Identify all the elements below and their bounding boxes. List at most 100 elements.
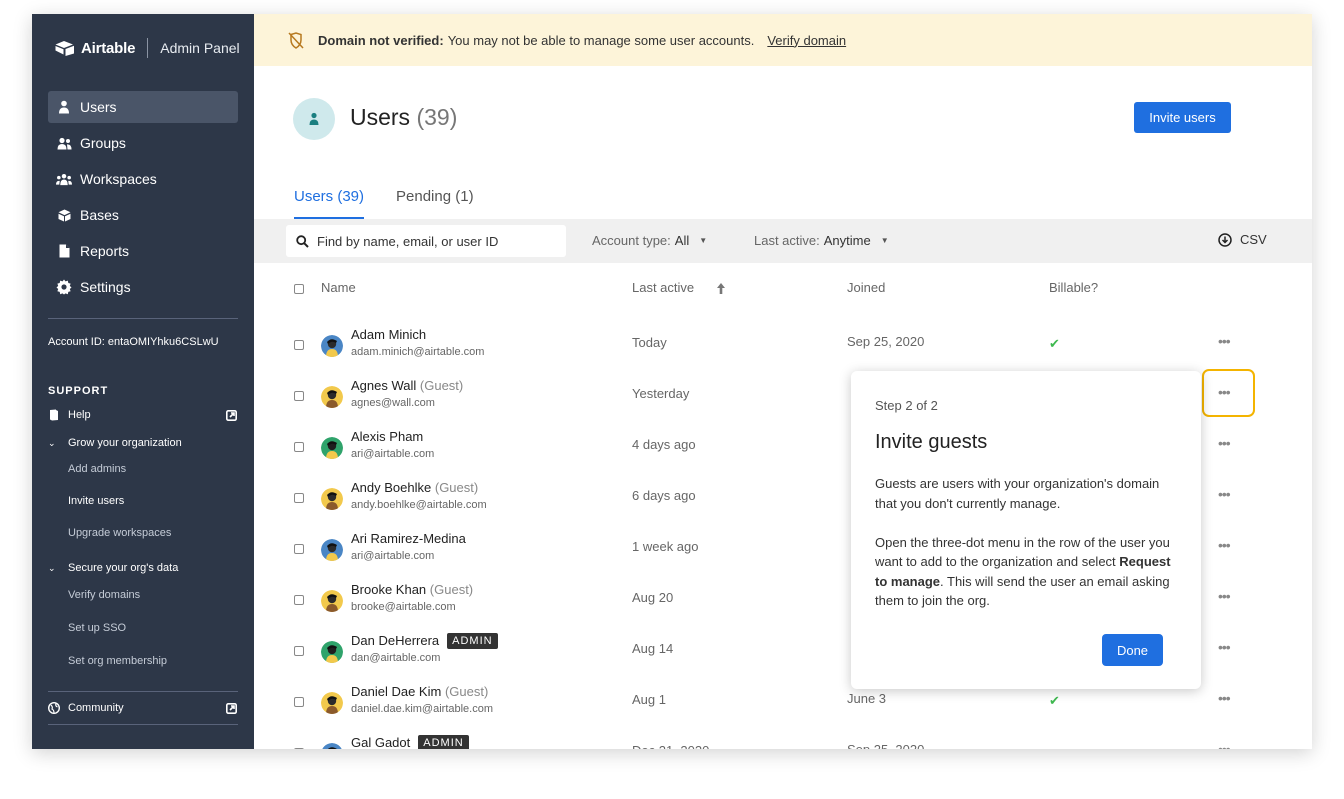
more-options-icon[interactable]: ••• — [1218, 435, 1231, 451]
user-email: daniel.dae.kim@airtable.com — [351, 703, 494, 715]
sidebar-divider — [48, 724, 238, 725]
joined-cell: Sep 25, 2020 — [847, 334, 925, 349]
sidebar-item-label: Users — [80, 99, 117, 115]
csv-download-button[interactable]: CSV — [1218, 232, 1267, 247]
table-row[interactable]: Adam Minich adam.minich@airtable.com Today… — [254, 320, 1312, 371]
sort-up-icon[interactable] — [717, 283, 725, 294]
sidebar-item-workspaces[interactable]: Workspaces — [48, 163, 238, 195]
table-row[interactable]: Gal Gadot ADMIN Dec 21, 2020 Sep 25, 2020 ••… — [254, 728, 1312, 749]
page-title-text: Users — [350, 104, 411, 130]
user-name: Agnes Wall (Guest) — [351, 378, 463, 393]
avatar — [321, 641, 343, 663]
row-checkbox[interactable] — [294, 493, 304, 503]
sidebar-item-groups[interactable]: Groups — [48, 127, 238, 159]
column-last-active[interactable]: Last active — [632, 280, 694, 295]
external-link-icon[interactable] — [226, 410, 237, 421]
more-options-icon[interactable]: ••• — [1218, 690, 1231, 706]
joined-cell: Sep 25, 2020 — [847, 742, 924, 749]
popover-title: Invite guests — [875, 431, 988, 453]
help-label: Help — [68, 409, 91, 421]
external-link-icon[interactable] — [226, 703, 237, 714]
user-name: Brooke Khan (Guest) — [351, 582, 473, 597]
account-type-filter[interactable]: Account type: All ▼ — [592, 233, 707, 248]
help-link[interactable]: Help — [48, 409, 91, 421]
user-name: Andy Boehlke (Guest) — [351, 480, 478, 495]
joined-cell: June 3 — [847, 691, 887, 706]
row-checkbox[interactable] — [294, 340, 304, 350]
more-options-icon[interactable]: ••• — [1218, 486, 1231, 502]
user-name-text: Alexis Pham — [351, 429, 424, 444]
gear-icon — [56, 279, 72, 295]
sidebar-item-reports[interactable]: Reports — [48, 235, 238, 267]
search-input[interactable] — [317, 233, 547, 249]
row-checkbox[interactable] — [294, 442, 304, 452]
domain-warning-banner: Domain not verified: You may not be able… — [254, 14, 1312, 66]
row-checkbox[interactable] — [294, 646, 304, 656]
row-checkbox[interactable] — [294, 544, 304, 554]
verify-domains-link[interactable]: Verify domains — [68, 589, 140, 601]
sidebar-item-label: Groups — [80, 135, 126, 151]
column-name[interactable]: Name — [321, 280, 356, 295]
column-joined[interactable]: Joined — [847, 280, 885, 295]
more-options-icon[interactable]: ••• — [1218, 333, 1231, 349]
last-active-filter[interactable]: Last active: Anytime ▼ — [754, 233, 889, 248]
popover-paragraph-1: Guests are users with your organization'… — [875, 476, 1160, 511]
user-icon — [56, 99, 72, 115]
search-icon — [296, 234, 309, 248]
user-name: Adam Minich — [351, 327, 426, 342]
org-membership-link[interactable]: Set org membership — [68, 655, 167, 667]
user-name-text: Adam Minich — [351, 327, 427, 342]
add-admins-link[interactable]: Add admins — [68, 463, 126, 475]
sidebar-item-label: Reports — [80, 243, 130, 259]
guest-label: (Guest) — [434, 480, 479, 495]
row-checkbox[interactable] — [294, 391, 304, 401]
more-options-icon[interactable]: ••• — [1218, 537, 1231, 553]
row-checkbox[interactable] — [294, 748, 304, 749]
sidebar-item-users[interactable]: Users — [48, 91, 238, 123]
select-all-checkbox[interactable] — [294, 284, 304, 294]
banner-title: Domain not verified: — [318, 32, 444, 48]
avatar — [321, 386, 343, 408]
column-billable[interactable]: Billable? — [1049, 280, 1098, 295]
secure-section-toggle[interactable]: ⌄ Secure your org's data — [48, 562, 178, 574]
report-icon — [56, 243, 72, 259]
workspaces-icon — [56, 171, 72, 187]
sidebar-divider — [48, 318, 238, 319]
user-name: Daniel Dae Kim (Guest) — [351, 684, 488, 699]
community-link[interactable]: Community — [48, 702, 124, 714]
user-count: (39) — [416, 104, 458, 130]
user-name-text: Andy Boehlke — [351, 480, 432, 495]
sidebar-item-settings[interactable]: Settings — [48, 271, 238, 303]
avatar — [321, 743, 343, 749]
more-options-icon[interactable]: ••• — [1218, 639, 1231, 655]
row-checkbox[interactable] — [294, 595, 304, 605]
upgrade-workspaces-link[interactable]: Upgrade workspaces — [68, 527, 171, 539]
invite-users-button[interactable]: Invite users — [1134, 102, 1231, 133]
search-box — [286, 225, 566, 257]
user-email: adam.minich@airtable.com — [351, 346, 485, 358]
verify-domain-link[interactable]: Verify domain — [767, 33, 846, 48]
sidebar-item-bases[interactable]: Bases — [48, 199, 238, 231]
row-checkbox[interactable] — [294, 697, 304, 707]
user-email: brooke@airtable.com — [351, 601, 456, 613]
avatar — [321, 437, 343, 459]
billable-check-icon: ✔ — [1049, 693, 1060, 708]
done-button[interactable]: Done — [1102, 634, 1163, 666]
setup-sso-link[interactable]: Set up SSO — [68, 622, 126, 634]
tab-users[interactable]: Users (39) — [294, 188, 365, 219]
user-name: Alexis Pham — [351, 429, 423, 444]
user-email: dan@airtable.com — [351, 652, 441, 664]
popover-paragraph-2: Open the three-dot menu in the row of th… — [875, 533, 1175, 611]
grow-section-toggle[interactable]: ⌄ Grow your organization — [48, 437, 182, 449]
admin-badge: ADMIN — [418, 735, 469, 749]
more-options-icon[interactable]: ••• — [1218, 741, 1231, 749]
last-active-cell: 6 days ago — [632, 488, 696, 503]
sidebar-nav: Users Groups Workspaces Bases Reports Setting… — [48, 91, 238, 307]
tab-pending[interactable]: Pending (1) — [396, 188, 474, 219]
more-options-icon[interactable]: ••• — [1218, 588, 1231, 604]
chevron-down-icon: ⌄ — [48, 562, 56, 573]
avatar — [321, 590, 343, 612]
invite-users-link[interactable]: Invite users — [68, 495, 124, 507]
page-user-icon — [293, 98, 335, 140]
last-active-cell: Dec 21, 2020 — [632, 743, 709, 749]
